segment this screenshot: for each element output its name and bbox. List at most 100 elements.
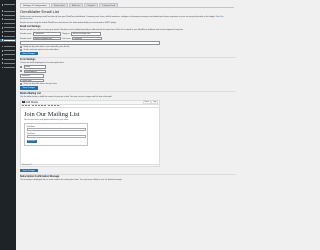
sidebar-label [4,10,15,12]
notify-checkbox[interactable] [20,45,22,48]
form-show-title-row: Show the form title above the opt-in box [20,82,236,85]
list-description-field[interactable] [20,41,160,45]
form-email-row: Email Address [20,69,236,74]
email-field-checkbox[interactable] [20,70,22,73]
sidebar-item-email-list[interactable] [0,38,16,43]
mailing-list-description: Use the editor below to build the conten… [20,95,112,98]
page-title: OmniMailer Email List [20,9,59,14]
sidebar-label [4,18,15,20]
form-actions: Save Changes [20,86,236,90]
sender-row: Sender name OmniMailer Reply-to admin@ex… [20,32,236,36]
brush-icon [1,45,4,48]
optin-email-field [26,135,86,139]
feedback-icon [1,31,4,33]
sender-name-field[interactable]: OmniMailer [32,32,61,36]
sidebar-item-settings[interactable] [1,61,15,65]
section-heading-list-settings: Email List Settings [20,25,41,28]
save-mailing-button[interactable]: Save Changes [20,168,38,173]
editor-status-bar: Word count: 14 [21,163,159,167]
form-icon [1,26,4,29]
sidebar-label [4,31,15,33]
editor-body[interactable]: Join Our Mailing List Get the latest new… [21,108,159,164]
optin-form-preview: Your Name Your Email Subscribe [24,123,88,146]
editor-mode-tabs: Visual Text [142,99,158,105]
sidebar-label [4,66,15,68]
sidebar-item-appearance[interactable] [1,45,15,49]
align-left-icon[interactable] [41,105,44,107]
more-tag-icon[interactable] [53,105,56,107]
media-icon [1,14,4,17]
mail-icon [1,35,4,37]
sidebar-item-comments[interactable] [1,22,15,26]
form-style-select[interactable]: Default style [20,78,44,82]
sidebar-item-media[interactable] [1,13,15,17]
sidebar-label [4,46,15,47]
sender-name-label: Sender name [20,33,32,36]
blockquote-icon[interactable] [37,105,40,107]
numbered-list-icon[interactable] [34,105,37,107]
sidebar-item-feedback[interactable] [1,30,15,34]
bold-icon[interactable] [25,105,28,107]
form-style-row: Default style [20,78,236,82]
align-center-icon[interactable] [44,105,47,107]
add-media-button[interactable]: + Add Media [22,101,38,104]
sender-email-field[interactable]: admin@example.com [32,36,61,41]
name-label-field[interactable]: Name [23,65,46,69]
sender-email-row: Sender email admin@example.com List name… [20,36,236,41]
toolbar-toggle-icon[interactable] [57,105,60,107]
name-field-checkbox[interactable] [20,66,22,69]
sidebar-item-forms[interactable] [1,26,15,30]
form-name-row: Name [20,65,236,69]
sidebar-item-posts[interactable] [1,9,15,13]
sidebar-item-contact[interactable] [1,34,15,38]
sidebar-item-tools[interactable] [1,57,15,61]
sidebar-item-users[interactable] [1,53,15,57]
comment-icon [1,22,4,25]
italic-icon[interactable] [28,105,31,107]
email-label-field[interactable]: Email Address [23,69,46,74]
notify-row: Notify me by email when a new subscriber… [20,45,236,48]
welcome-row: Send a welcome email to new subscribers [20,48,236,51]
sidebar-label [4,35,15,37]
list-name-label: List name [62,37,71,40]
link-icon[interactable] [50,105,53,107]
optin-subscribe-button: Subscribe [26,140,38,144]
admin-sidebar [0,0,16,250]
confirmation-description: This message is displayed after a visito… [20,178,123,181]
welcome-label: Send a welcome email to new subscribers [23,48,59,51]
section-heading-mailing-list: Build a Mailing List [20,93,41,96]
section-heading-form-settings: Form Settings [20,58,36,61]
tab-visual[interactable]: Visual [142,99,151,105]
bullet-list-icon[interactable] [31,105,34,107]
page-icon [1,18,4,21]
main-content: OmniMailer Email List Easily create and … [20,9,236,183]
sidebar-item-pages[interactable] [1,18,15,22]
sidebar-item-plugins[interactable] [1,49,15,53]
add-media-label: Add Media [25,100,38,104]
sidebar-item-collapse[interactable] [1,66,15,70]
tab-text[interactable]: Text [151,99,158,105]
list-name-field[interactable]: Newsletter [71,36,102,41]
show-title-label: Show the form title above the opt-in box [23,82,57,85]
reply-to-field[interactable]: admin@example.com [70,32,101,36]
sidebar-label [4,14,15,16]
save-settings-button[interactable]: Save Changes [20,51,38,56]
collapse-icon [1,66,4,69]
button-text-field[interactable]: Subscribe [20,74,44,78]
dashboard-icon [1,3,4,6]
add-media-icon: + [22,100,25,104]
paragraph-format-icon[interactable] [22,105,24,107]
settings-icon [1,62,4,65]
notify-label: Notify me by email when a new subscriber… [23,45,70,48]
sidebar-label [4,27,15,29]
save-form-button[interactable]: Save Changes [20,86,38,90]
settings-actions: Save Changes [20,51,236,56]
align-right-icon[interactable] [47,105,50,107]
show-title-checkbox[interactable] [20,82,22,85]
plugin-icon [1,49,4,52]
welcome-checkbox[interactable] [20,48,22,51]
sidebar-label [4,62,15,64]
intro-body: Easily create and manage email lists dir… [20,15,216,18]
sidebar-item-dashboard[interactable] [1,3,15,7]
form-button-row: Subscribe [20,74,236,78]
